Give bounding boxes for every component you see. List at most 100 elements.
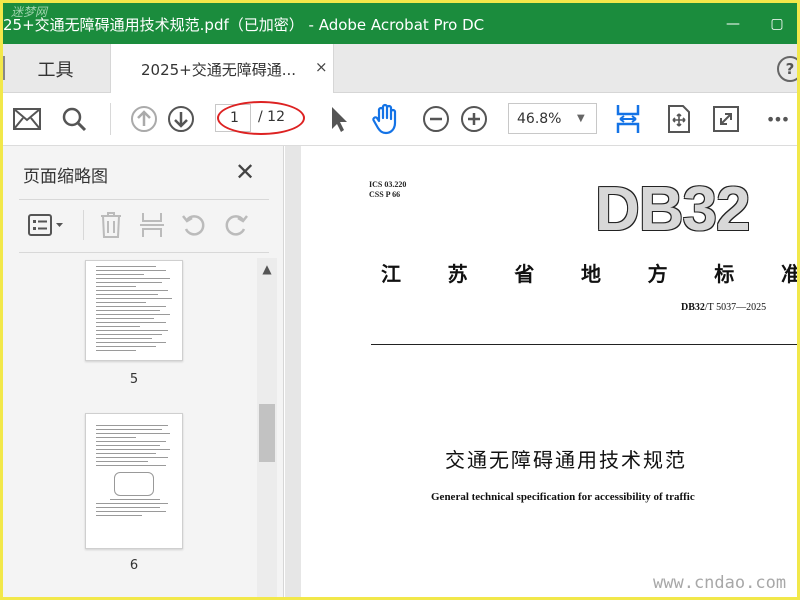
search-button[interactable] — [58, 103, 90, 135]
text-line — [110, 499, 160, 500]
text-line — [96, 457, 168, 458]
minimize-button[interactable]: — — [713, 3, 753, 44]
text-line — [96, 453, 156, 454]
trash-icon — [101, 212, 121, 238]
document-viewer[interactable]: ICS 03.220 CSS P 66 DB32 江 苏 省 地 方 标 准 D… — [285, 146, 797, 597]
more-icon: ••• — [765, 109, 790, 129]
thumbnail-page-label: 5 — [129, 372, 139, 387]
search-icon — [62, 107, 87, 132]
tab-document-label: 2025+交通无障碍通... — [141, 61, 297, 79]
delete-page-button[interactable] — [96, 210, 126, 240]
zoom-select[interactable]: 46.8% ▼ — [508, 103, 597, 134]
select-tool-button[interactable] — [323, 103, 355, 135]
header-rule — [371, 344, 797, 345]
panel-divider — [19, 252, 269, 253]
arrow-down-circle-icon — [168, 106, 194, 132]
highlight-ellipse — [217, 101, 305, 135]
tab-tools[interactable]: 工具 — [3, 44, 108, 93]
text-line — [96, 429, 162, 430]
toolbar: 1 / 12 46.8% ▼ ••• — [3, 93, 797, 146]
standard-type-char: 省 — [514, 262, 535, 286]
maximize-button[interactable]: ▢ — [757, 3, 797, 44]
scrollbar-thumb[interactable] — [259, 404, 275, 462]
options-menu-icon — [28, 214, 63, 236]
text-line — [96, 445, 160, 446]
zoom-in-icon — [461, 106, 487, 132]
restore-icon: ▢ — [770, 15, 784, 32]
corner-watermark: 迷梦网 — [11, 5, 48, 19]
panel-separator — [83, 210, 84, 240]
text-line — [96, 511, 166, 512]
standard-prefix: DB32 — [681, 302, 705, 313]
rotate-right-button[interactable] — [221, 210, 251, 240]
text-line — [96, 334, 162, 335]
text-line — [96, 433, 170, 434]
text-line — [96, 294, 158, 295]
pdf-page: ICS 03.220 CSS P 66 DB32 江 苏 省 地 方 标 准 D… — [301, 146, 797, 597]
panel-title: 页面缩略图 — [23, 167, 108, 187]
thumbnail-scrollbar[interactable]: ▲ — [257, 258, 277, 597]
email-button[interactable] — [11, 103, 43, 135]
next-page-button[interactable] — [165, 103, 197, 135]
standard-number: DB32/T 5037—2025 — [681, 302, 766, 313]
zoom-in-button[interactable] — [458, 103, 490, 135]
text-line — [96, 338, 152, 339]
extract-page-button[interactable] — [137, 210, 167, 240]
text-line — [96, 350, 136, 351]
standard-type-char: 江 — [381, 262, 401, 286]
text-line — [96, 298, 172, 299]
standard-type-char: 标 — [714, 262, 735, 286]
text-line — [96, 314, 170, 315]
zoom-out-icon — [423, 106, 449, 132]
fit-page-button[interactable] — [663, 103, 695, 135]
scroll-up-icon[interactable]: ▲ — [257, 262, 277, 276]
text-line — [96, 515, 142, 516]
tab-document[interactable]: 2025+交通无障碍通... × — [110, 44, 334, 94]
help-icon[interactable]: ? — [777, 56, 797, 82]
text-line — [96, 278, 170, 279]
cursor-arrow-icon — [332, 107, 347, 132]
hand-tool-button[interactable] — [370, 103, 402, 135]
standard-type: 江 苏 省 地 方 标 准 — [381, 258, 797, 287]
thumbnail-page[interactable] — [85, 260, 183, 361]
standard-suffix: /T 5037—2025 — [704, 302, 767, 313]
text-line — [96, 441, 166, 442]
previous-page-button[interactable] — [128, 103, 160, 135]
tab-tools-label: 工具 — [37, 59, 74, 81]
standard-type-char: 准 — [780, 262, 797, 286]
arrow-up-circle-icon — [131, 106, 157, 132]
chevron-down-icon: ▼ — [577, 113, 585, 124]
thumbnail-page-label: 6 — [129, 558, 139, 573]
text-line — [96, 437, 136, 438]
page-thumbnails-panel: 页面缩略图 ✕ 5 6 ▲ — [3, 146, 284, 597]
text-line — [96, 286, 136, 287]
text-line — [96, 302, 146, 303]
more-tools-button[interactable]: ••• — [761, 103, 793, 135]
standard-logo: DB32 — [595, 175, 751, 244]
classification-codes: ICS 03.220 CSS P 66 — [369, 180, 406, 200]
thumbnail-options-button[interactable] — [25, 210, 69, 240]
standard-type-char: 地 — [580, 262, 601, 286]
panel-close-icon[interactable]: ✕ — [235, 158, 255, 186]
tab-edge-divider — [3, 56, 5, 80]
zoom-value: 46.8% — [517, 110, 562, 127]
hand-icon — [372, 103, 397, 135]
text-line — [96, 306, 166, 307]
site-watermark: www.cndao.com — [653, 573, 787, 593]
zoom-out-button[interactable] — [420, 103, 452, 135]
full-screen-button[interactable] — [710, 103, 742, 135]
text-line — [96, 326, 140, 327]
fit-width-button[interactable] — [612, 103, 644, 135]
document-title-en: General technical specification for acce… — [431, 491, 695, 503]
text-line — [96, 503, 168, 504]
fit-width-icon — [616, 105, 640, 133]
text-line — [96, 507, 160, 508]
text-line — [96, 461, 148, 462]
split-page-icon — [140, 213, 164, 237]
text-line — [96, 282, 162, 283]
thumbnail-page[interactable] — [85, 413, 183, 549]
text-line — [96, 266, 156, 267]
tab-close-icon[interactable]: × — [315, 58, 328, 76]
expand-icon — [713, 106, 739, 132]
rotate-left-button[interactable] — [179, 210, 209, 240]
